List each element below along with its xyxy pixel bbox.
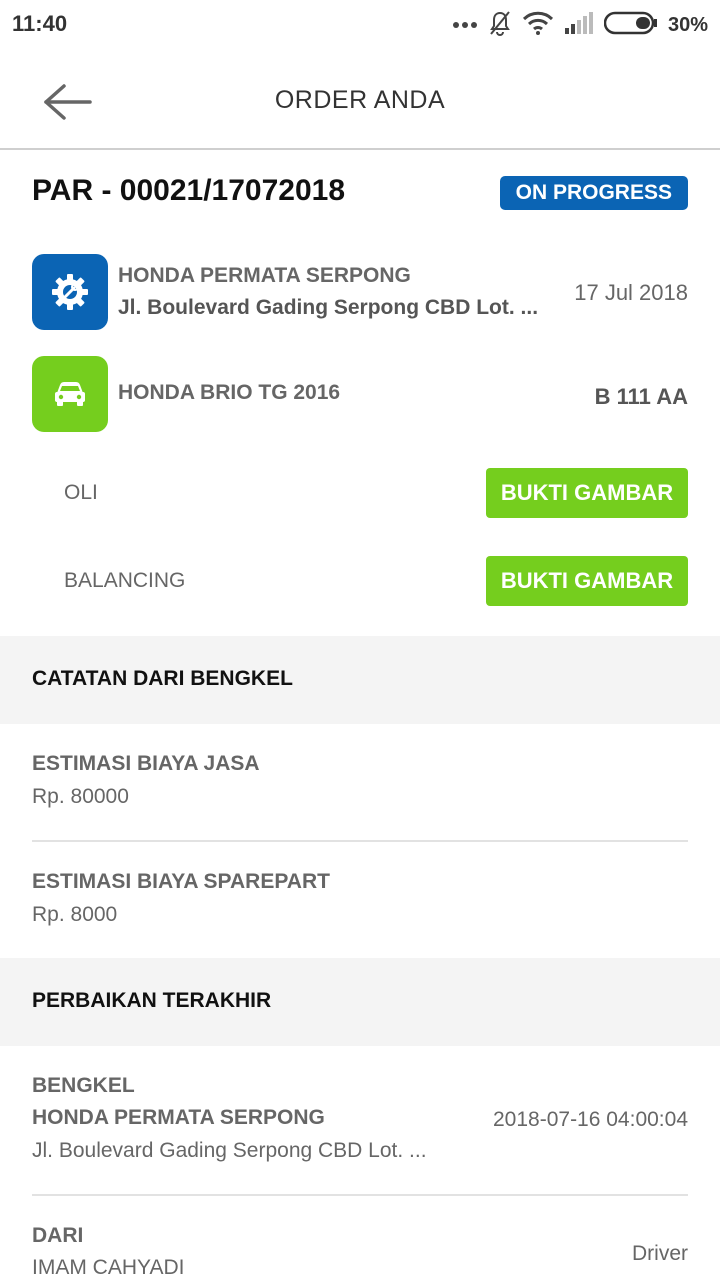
last-repair-workshop-name: HONDA PERMATA SERPONG [32, 1106, 325, 1129]
status-icons: 30% [452, 9, 708, 41]
workshop-icon-tile [32, 254, 108, 330]
from-name: IMAM CAHYADI [32, 1256, 185, 1279]
status-badge: ON PROGRESS [499, 176, 688, 210]
wifi-icon [522, 11, 554, 40]
status-bar: 11:40 30% [0, 0, 720, 50]
proof-image-button[interactable]: BUKTI GAMBAR [486, 556, 688, 606]
license-plate: B 111 AA [594, 384, 688, 409]
sparepart-cost-value: Rp. 8000 [32, 903, 118, 926]
order-date: 17 Jul 2018 [574, 280, 688, 305]
section-header-last-repair: PERBAIKAN TERAKHIR [0, 958, 720, 1046]
last-repair-datetime: 2018-07-16 04:00:04 [493, 1108, 688, 1131]
bell-off-icon [488, 10, 512, 41]
more-dots-icon [452, 16, 478, 34]
service-cost-value: Rp. 80000 [32, 785, 129, 808]
battery-icon [603, 11, 658, 40]
page-title: ORDER ANDA [274, 86, 446, 114]
sparepart-cost-label: ESTIMASI BIAYA SPAREPART [32, 870, 330, 893]
service-cost-label: ESTIMASI BIAYA JASA [32, 752, 260, 775]
gear-wrench-icon [52, 274, 88, 310]
order-number: PAR - 00021/17072018 [32, 174, 346, 207]
battery-percent: 30% [667, 13, 708, 36]
vehicle-icon-tile [32, 356, 108, 432]
vehicle-name: HONDA BRIO TG 2016 [118, 381, 341, 404]
from-label: DARI [32, 1224, 84, 1247]
service-name: BALANCING [64, 569, 186, 592]
car-icon [55, 382, 85, 406]
status-time: 11:40 [12, 11, 68, 36]
proof-image-button[interactable]: BUKTI GAMBAR [486, 468, 688, 518]
section-header-notes: CATATAN DARI BENGKEL [0, 636, 720, 724]
divider [32, 840, 688, 842]
section-title: CATATAN DARI BENGKEL [32, 667, 293, 690]
from-role: Driver [632, 1242, 688, 1265]
signal-icon [564, 11, 594, 39]
last-repair-workshop-address: Jl. Boulevard Gading Serpong CBD Lot. ..… [32, 1139, 427, 1162]
divider [32, 1194, 688, 1196]
section-title: PERBAIKAN TERAKHIR [32, 989, 272, 1012]
workshop-label: BENGKEL [32, 1074, 135, 1097]
workshop-name: HONDA PERMATA SERPONG [118, 264, 411, 287]
workshop-address: Jl. Boulevard Gading Serpong CBD Lot. ..… [118, 296, 539, 319]
service-name: OLI [64, 481, 98, 504]
app-bar: ORDER ANDA [0, 50, 720, 150]
